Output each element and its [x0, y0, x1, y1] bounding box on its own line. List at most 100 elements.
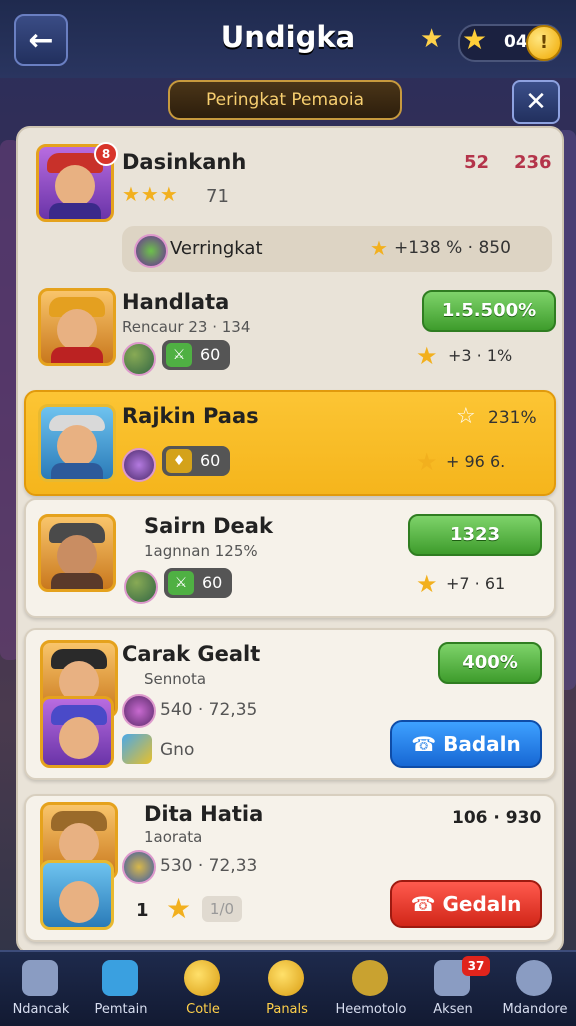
nav-item-medal[interactable]: Heemotolo — [330, 952, 412, 1026]
avatar — [38, 404, 116, 482]
nav-item-profile[interactable]: Mdandore — [494, 952, 576, 1026]
avatar — [38, 514, 116, 592]
score-pill-value: 400% — [462, 652, 518, 673]
player-subtitle: Sennota — [144, 670, 207, 688]
nav-label: Heemotolo — [335, 1002, 407, 1017]
close-button[interactable]: ✕ — [512, 80, 560, 124]
player-name: Rajkin Paas — [122, 404, 259, 428]
leaderboard-entry-4[interactable]: Sairn Deak 1agnnan 125% ⚔ 60 1323 ★ +7 ·… — [24, 498, 556, 618]
nav-item-chat[interactable]: 37 Aksen — [412, 952, 494, 1026]
challenge-button-label: Badaln — [443, 732, 521, 756]
score-pill[interactable]: 1323 — [408, 514, 542, 556]
close-icon: ✕ — [525, 87, 547, 117]
home-icon — [22, 960, 58, 996]
sword-icon: ⚔ — [166, 343, 192, 367]
star-icon: ★ — [420, 24, 444, 54]
power-value: 60 — [202, 573, 223, 592]
flower-icon — [124, 570, 158, 604]
phone-icon: ☎ — [411, 732, 444, 756]
rank-summary-value: +138 % · 850 — [394, 238, 511, 258]
star-icon: ★ — [416, 570, 438, 598]
score-b: 236 — [514, 152, 552, 173]
star-icon: ★ — [416, 448, 438, 476]
nav-label: Ndancak — [12, 1002, 70, 1017]
power-chip: ♦ 60 — [162, 446, 231, 476]
top-bar: ← Undigka ★ ★ 04 ! — [0, 0, 576, 78]
back-button[interactable]: ← — [14, 14, 68, 66]
nav-label: Panals — [266, 1002, 308, 1017]
score-pill[interactable]: 1.5.500% — [422, 290, 556, 332]
player-subtitle: 1aorata — [144, 828, 203, 846]
page-title: Undigka — [220, 20, 356, 54]
flower-icon — [122, 448, 156, 482]
gem-icon: ★ — [462, 23, 488, 56]
stars-value: 71 — [206, 186, 229, 207]
score-range: 106 · 930 — [452, 808, 542, 828]
player-name: Dasinkanh — [122, 150, 247, 174]
currency-display[interactable]: ★ 04 ! — [458, 23, 562, 62]
nav-item-panels[interactable]: Panals — [246, 952, 328, 1026]
challenge-button[interactable]: ☎ Gedaln — [390, 880, 542, 928]
power-chip: ⚔ 60 — [162, 340, 231, 370]
nav-label: Aksen — [433, 1002, 473, 1017]
nav-label: Pemtain — [94, 1002, 148, 1017]
phone-icon: ☎ — [410, 892, 443, 916]
potion-icon — [122, 342, 156, 376]
leaderboard-panel: 8 Dasinkanh ★★★ 71 52 236 Verringkat ★ +… — [16, 126, 564, 954]
avatar — [40, 696, 114, 768]
progress-value: 1/0 — [209, 900, 235, 918]
grid-icon — [102, 960, 138, 996]
player-name: Carak Gealt — [122, 642, 261, 666]
score-pill-value: 1323 — [449, 524, 501, 545]
nav-label: Mdandore — [502, 1002, 568, 1017]
star-icon: ★ — [370, 236, 388, 260]
bottom-stats: + 96 6. — [446, 452, 506, 471]
label-line: Gno — [160, 740, 195, 760]
challenge-button-label: Gedaln — [442, 892, 522, 916]
star-icon: ★ — [166, 892, 192, 925]
player-name: Handlata — [122, 290, 230, 314]
player-name: Dita Hatia — [144, 802, 264, 826]
rank-number: 1 — [136, 900, 149, 921]
power-value: 60 — [200, 345, 221, 364]
nav-item-grid[interactable]: Pemtain — [80, 952, 162, 1026]
star-icon: ☆ — [456, 404, 476, 429]
rank-summary-row[interactable]: Verringkat ★ +138 % · 850 — [122, 226, 552, 272]
rank-summary-label: Verringkat — [170, 238, 263, 259]
sword-icon: ⚔ — [168, 571, 194, 595]
leaderboard-entry-2[interactable]: Handlata Rencaur 23 · 134 ⚔ 60 1.5.500% … — [24, 284, 556, 386]
currency-value: 04 — [504, 32, 528, 52]
power-value: 60 — [200, 451, 221, 470]
power-chip: ⚔ 60 — [164, 568, 233, 598]
leaderboard-entry-6[interactable]: Dita Hatia 1aorata 530 · 72,33 1 ★ 1/0 1… — [24, 794, 556, 942]
score-pill[interactable]: 400% — [438, 642, 542, 684]
potion-icon — [122, 694, 156, 728]
score-pill-value: 1.5.500% — [441, 300, 537, 321]
profile-icon — [516, 960, 552, 996]
stats-line: 530 · 72,33 — [160, 856, 258, 876]
leaf-icon — [134, 234, 168, 268]
leaderboard-entry-3[interactable]: Rajkin Paas ♦ 60 ☆ 231% ★ + 96 6. — [24, 390, 556, 496]
player-subtitle: Rencaur 23 · 134 — [122, 318, 251, 336]
progress-chip: 1/0 — [202, 896, 242, 922]
score-a: 52 — [464, 152, 490, 173]
nav-item-home[interactable]: Ndancak — [0, 952, 82, 1026]
nav-label: Cotle — [186, 1002, 220, 1017]
avatar-icon — [184, 960, 220, 996]
stats-line: 540 · 72,35 — [160, 700, 258, 720]
challenge-button[interactable]: ☎ Badaln — [390, 720, 542, 768]
stars-icon: ★★★ — [122, 182, 179, 206]
medal-icon — [352, 960, 388, 996]
notification-badge: 37 — [462, 956, 490, 976]
leaderboard-title: Peringkat Pemaoia — [168, 80, 402, 120]
avatar — [38, 288, 116, 366]
leaderboard-entry-1[interactable]: 8 Dasinkanh ★★★ 71 52 236 Verringkat ★ +… — [24, 134, 552, 284]
percent-value: 231% — [488, 408, 537, 428]
arrow-left-icon: ← — [28, 22, 54, 58]
level-badge: 8 — [94, 142, 118, 166]
check-badge-icon — [268, 960, 304, 996]
bottom-nav: Ndancak Pemtain Cotle Panals Heemotolo 3… — [0, 950, 576, 1026]
leaderboard-entry-5[interactable]: Carak Gealt Sennota 540 · 72,35 Gno 400%… — [24, 628, 556, 780]
nav-item-avatar[interactable]: Cotle — [162, 952, 244, 1026]
star-icon: ★ — [416, 342, 438, 370]
